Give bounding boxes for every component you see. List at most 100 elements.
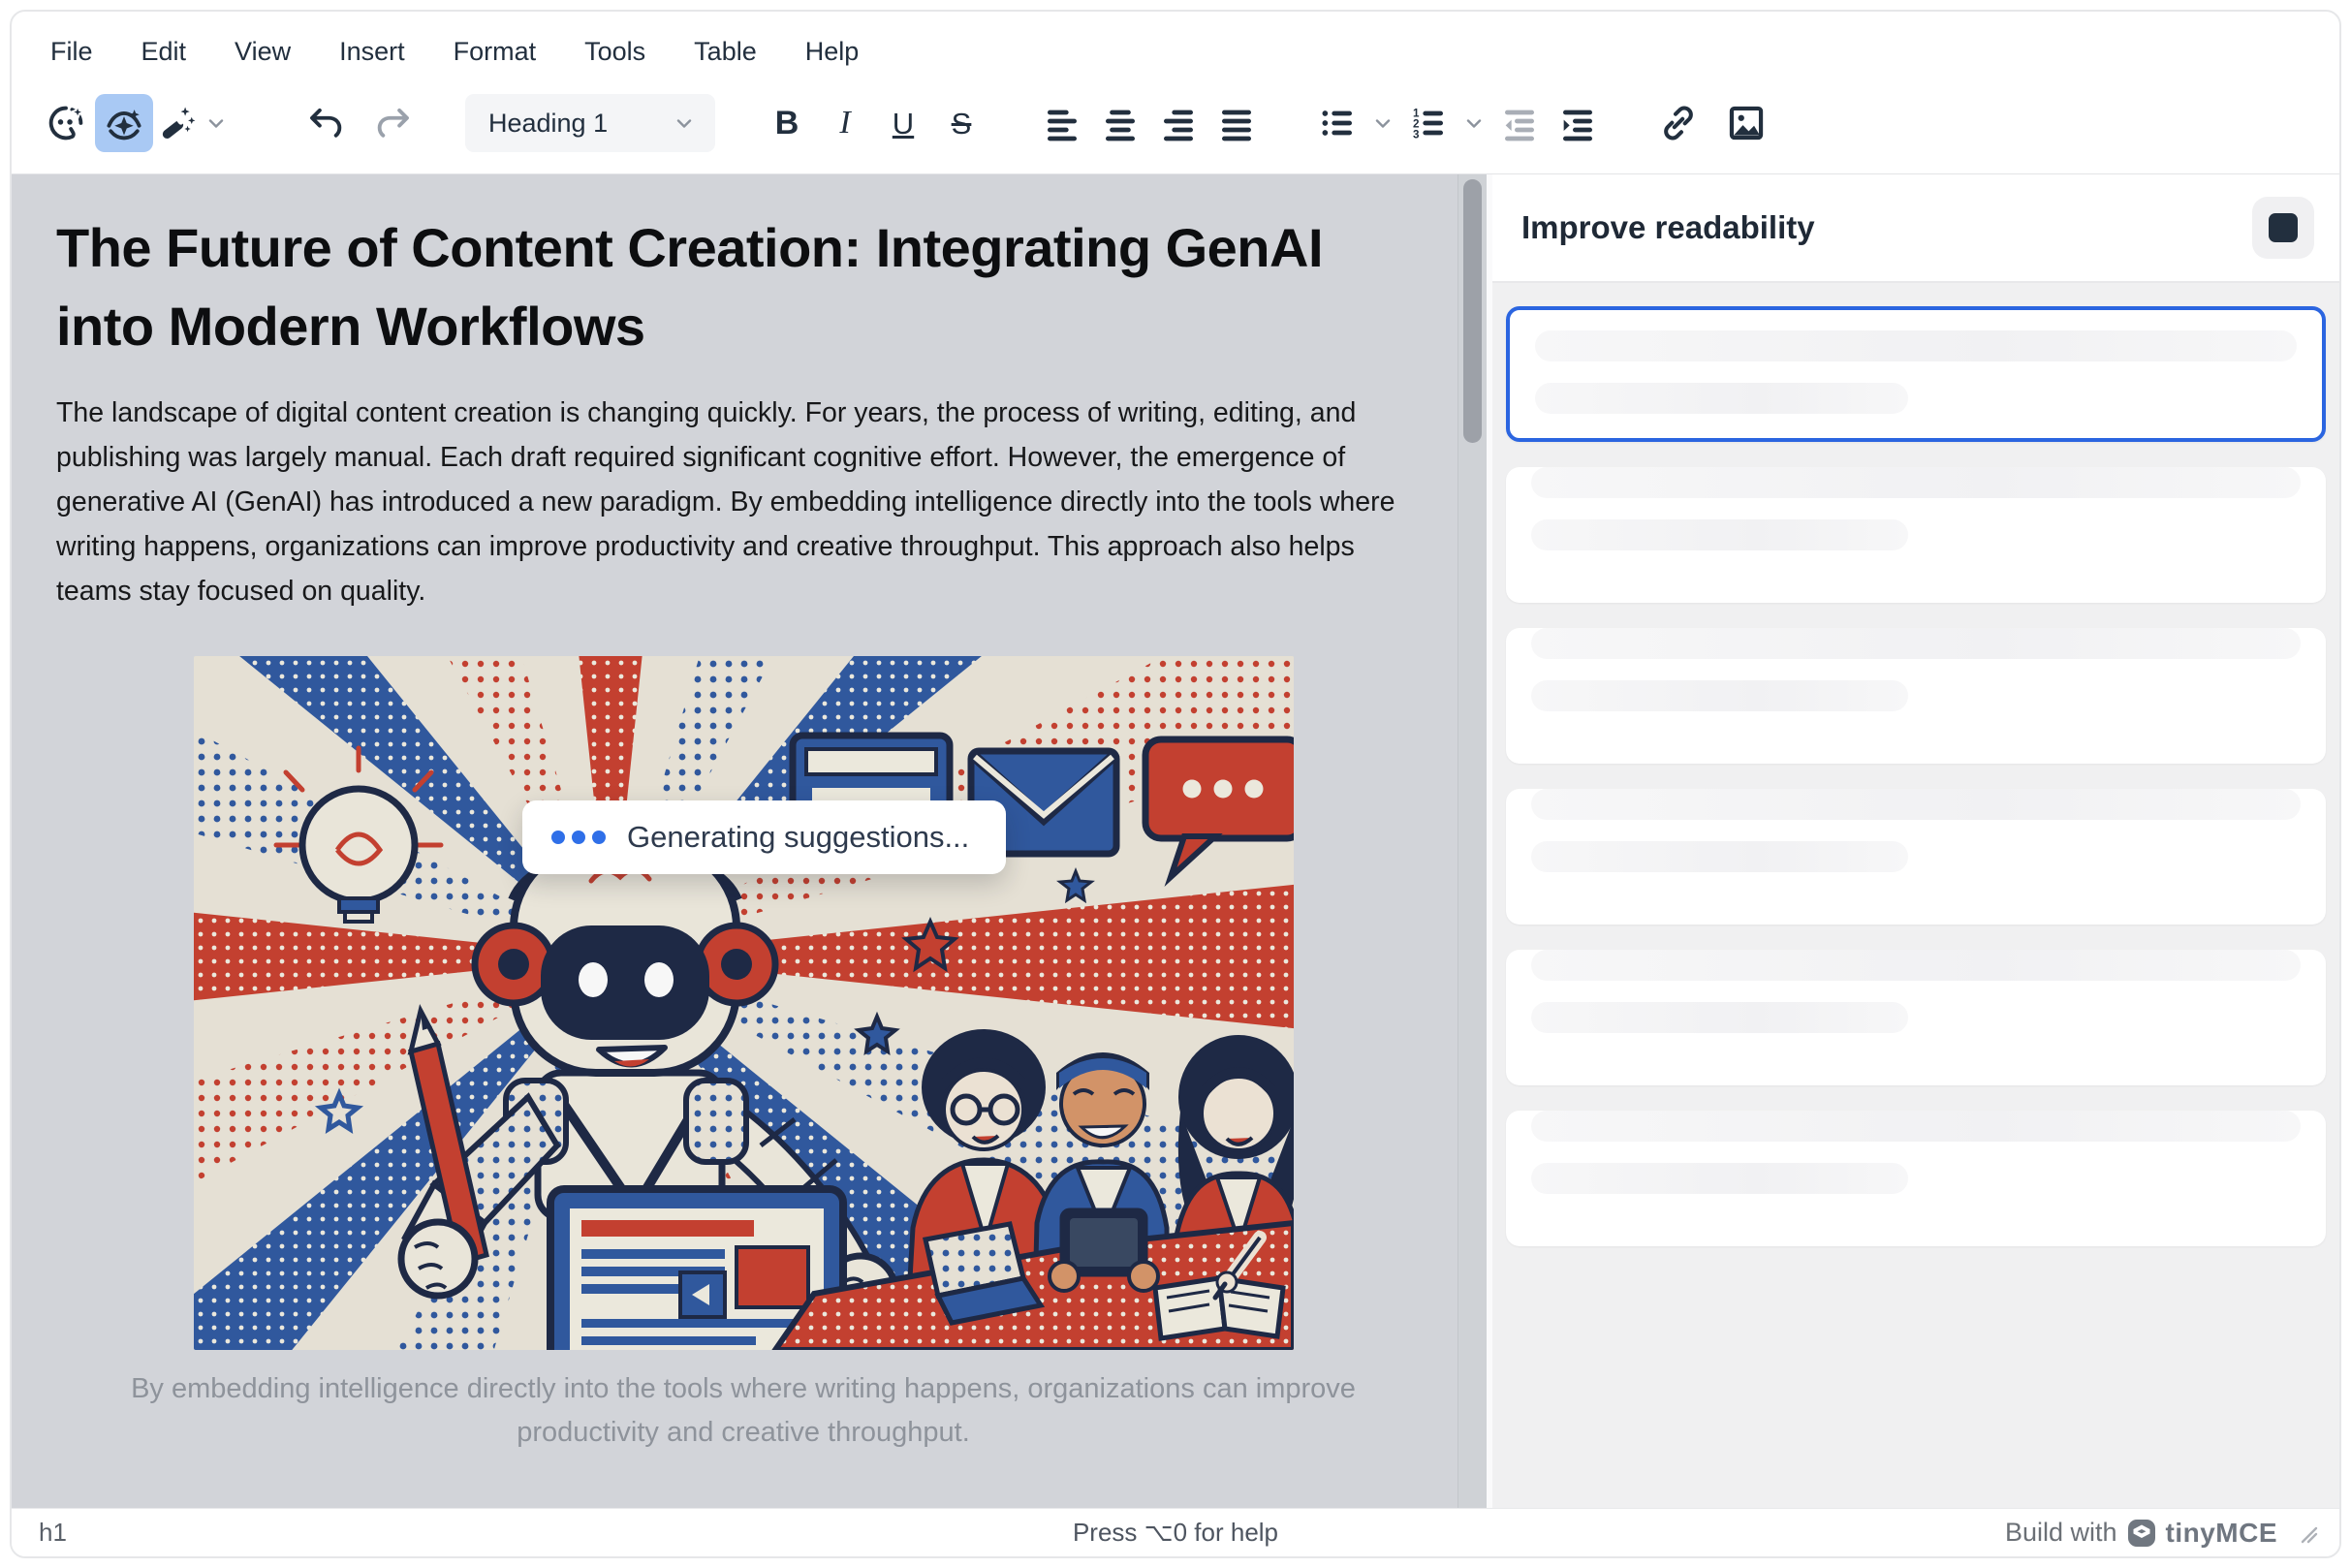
generating-status-pill: Generating suggestions... bbox=[522, 800, 1006, 874]
bullet-list-icon bbox=[1318, 104, 1357, 142]
loading-dots-icon bbox=[551, 831, 606, 844]
menu-item-insert[interactable]: Insert bbox=[339, 37, 405, 67]
align-left-button[interactable] bbox=[1033, 94, 1091, 152]
insert-link-button[interactable] bbox=[1649, 94, 1708, 152]
chevron-down-icon bbox=[1462, 111, 1486, 135]
indent-icon bbox=[1558, 104, 1597, 142]
suggestion-card-skeleton[interactable] bbox=[1506, 628, 2326, 764]
skeleton-bar bbox=[1531, 789, 2301, 820]
ai-shortcuts-dropdown-chevron[interactable] bbox=[200, 94, 233, 152]
image-icon bbox=[1726, 103, 1767, 143]
bold-glyph: B bbox=[775, 107, 799, 140]
suggestion-card-skeleton[interactable] bbox=[1506, 950, 2326, 1085]
menu-item-table[interactable]: Table bbox=[694, 37, 757, 67]
ai-review-icon bbox=[103, 102, 145, 144]
document-title[interactable]: The Future of Content Creation: Integrat… bbox=[56, 209, 1403, 365]
outdent-button[interactable] bbox=[1490, 94, 1549, 152]
skeleton-bar bbox=[1535, 330, 2297, 361]
skeleton-bar bbox=[1531, 519, 1908, 550]
sidebar-title: Improve readability bbox=[1521, 209, 2252, 246]
redo-icon bbox=[373, 103, 414, 143]
numbered-list-button[interactable]: 123 bbox=[1399, 94, 1458, 152]
editor-scrollbar-thumb[interactable] bbox=[1463, 179, 1482, 443]
redo-button[interactable] bbox=[364, 94, 423, 152]
help-shortcut-text: Press ⌥0 for help bbox=[12, 1518, 2339, 1548]
skeleton-bar bbox=[1535, 383, 1908, 414]
align-right-button[interactable] bbox=[1149, 94, 1207, 152]
status-bar: h1 Press ⌥0 for help Build with tinyMCE bbox=[12, 1508, 2339, 1556]
tinymce-logo-icon bbox=[2127, 1519, 2156, 1548]
stop-icon bbox=[2269, 213, 2298, 242]
indent-button[interactable] bbox=[1549, 94, 1607, 152]
chevron-down-icon bbox=[673, 111, 696, 135]
sidebar-header: Improve readability bbox=[1492, 174, 2339, 283]
skeleton-bar bbox=[1531, 1111, 2301, 1142]
resize-handle-icon[interactable] bbox=[2297, 1522, 2318, 1544]
ai-assistant-button[interactable] bbox=[37, 94, 95, 152]
ai-review-changes-button[interactable] bbox=[95, 94, 153, 152]
skeleton-bar bbox=[1531, 680, 1908, 711]
underline-glyph: U bbox=[893, 109, 914, 139]
ai-chat-icon bbox=[45, 102, 87, 144]
strikethrough-glyph: S bbox=[952, 109, 972, 139]
align-justify-icon bbox=[1217, 104, 1256, 142]
link-icon bbox=[1658, 103, 1699, 143]
insert-image-button[interactable] bbox=[1717, 94, 1775, 152]
menu-item-edit[interactable]: Edit bbox=[141, 37, 187, 67]
undo-button[interactable] bbox=[297, 94, 355, 152]
magic-wand-icon bbox=[156, 103, 197, 143]
editor-scrollbar-track[interactable] bbox=[1458, 174, 1487, 1508]
skeleton-bar bbox=[1531, 1163, 1908, 1194]
suggestion-card-skeleton[interactable] bbox=[1506, 467, 2326, 603]
underline-button[interactable]: U bbox=[874, 94, 932, 152]
toolbar: Heading 1 B I U S bbox=[12, 80, 2339, 173]
numbered-list-icon: 123 bbox=[1409, 104, 1448, 142]
stop-generating-button[interactable] bbox=[2252, 197, 2314, 259]
menu-bar: File Edit View Insert Format Tools Table… bbox=[12, 12, 2339, 80]
menu-item-tools[interactable]: Tools bbox=[584, 37, 645, 67]
skeleton-bar bbox=[1531, 628, 2301, 659]
image-caption[interactable]: By embedding intelligence directly into … bbox=[99, 1367, 1388, 1455]
menu-item-file[interactable]: File bbox=[50, 37, 93, 67]
align-left-icon bbox=[1043, 104, 1081, 142]
editor-window: File Edit View Insert Format Tools Table… bbox=[10, 10, 2341, 1558]
bullet-list-dropdown-chevron[interactable] bbox=[1366, 94, 1399, 152]
ai-suggestions-sidebar: Improve readability bbox=[1487, 174, 2339, 1508]
editor-body: The Future of Content Creation: Integrat… bbox=[12, 173, 2339, 1508]
skeleton-bar bbox=[1531, 467, 2301, 498]
bold-button[interactable]: B bbox=[758, 94, 816, 152]
menu-item-help[interactable]: Help bbox=[805, 37, 860, 67]
align-center-button[interactable] bbox=[1091, 94, 1149, 152]
menu-item-format[interactable]: Format bbox=[454, 37, 537, 67]
align-justify-button[interactable] bbox=[1207, 94, 1266, 152]
undo-icon bbox=[305, 103, 346, 143]
document-paragraph[interactable]: The landscape of digital content creatio… bbox=[56, 391, 1430, 613]
generating-label: Generating suggestions... bbox=[627, 820, 969, 855]
skeleton-bar bbox=[1531, 841, 1908, 872]
block-format-select[interactable]: Heading 1 bbox=[465, 94, 715, 152]
svg-text:3: 3 bbox=[1413, 128, 1420, 141]
suggestion-card-list bbox=[1492, 283, 2339, 1508]
italic-button[interactable]: I bbox=[816, 94, 874, 152]
bullet-list-button[interactable] bbox=[1308, 94, 1366, 152]
block-format-value: Heading 1 bbox=[488, 109, 673, 139]
ai-shortcuts-button[interactable] bbox=[153, 94, 200, 152]
document-image[interactable] bbox=[194, 656, 1294, 1350]
branding-prefix: Build with bbox=[2005, 1518, 2117, 1548]
popart-illustration bbox=[194, 656, 1294, 1350]
outdent-icon bbox=[1500, 104, 1539, 142]
menu-item-view[interactable]: View bbox=[235, 37, 291, 67]
align-right-icon bbox=[1159, 104, 1198, 142]
suggestion-card-skeleton[interactable] bbox=[1506, 789, 2326, 925]
align-center-icon bbox=[1101, 104, 1140, 142]
numbered-list-dropdown-chevron[interactable] bbox=[1458, 94, 1490, 152]
skeleton-bar bbox=[1531, 1002, 1908, 1033]
editor-canvas[interactable]: The Future of Content Creation: Integrat… bbox=[12, 174, 1458, 1508]
suggestion-card-skeleton[interactable] bbox=[1506, 1111, 2326, 1246]
suggestion-card-skeleton[interactable] bbox=[1506, 306, 2326, 442]
branding-name[interactable]: tinyMCE bbox=[2166, 1518, 2278, 1549]
strikethrough-button[interactable]: S bbox=[932, 94, 990, 152]
chevron-down-icon bbox=[1371, 111, 1395, 135]
chevron-down-icon bbox=[204, 111, 228, 135]
skeleton-bar bbox=[1531, 950, 2301, 981]
